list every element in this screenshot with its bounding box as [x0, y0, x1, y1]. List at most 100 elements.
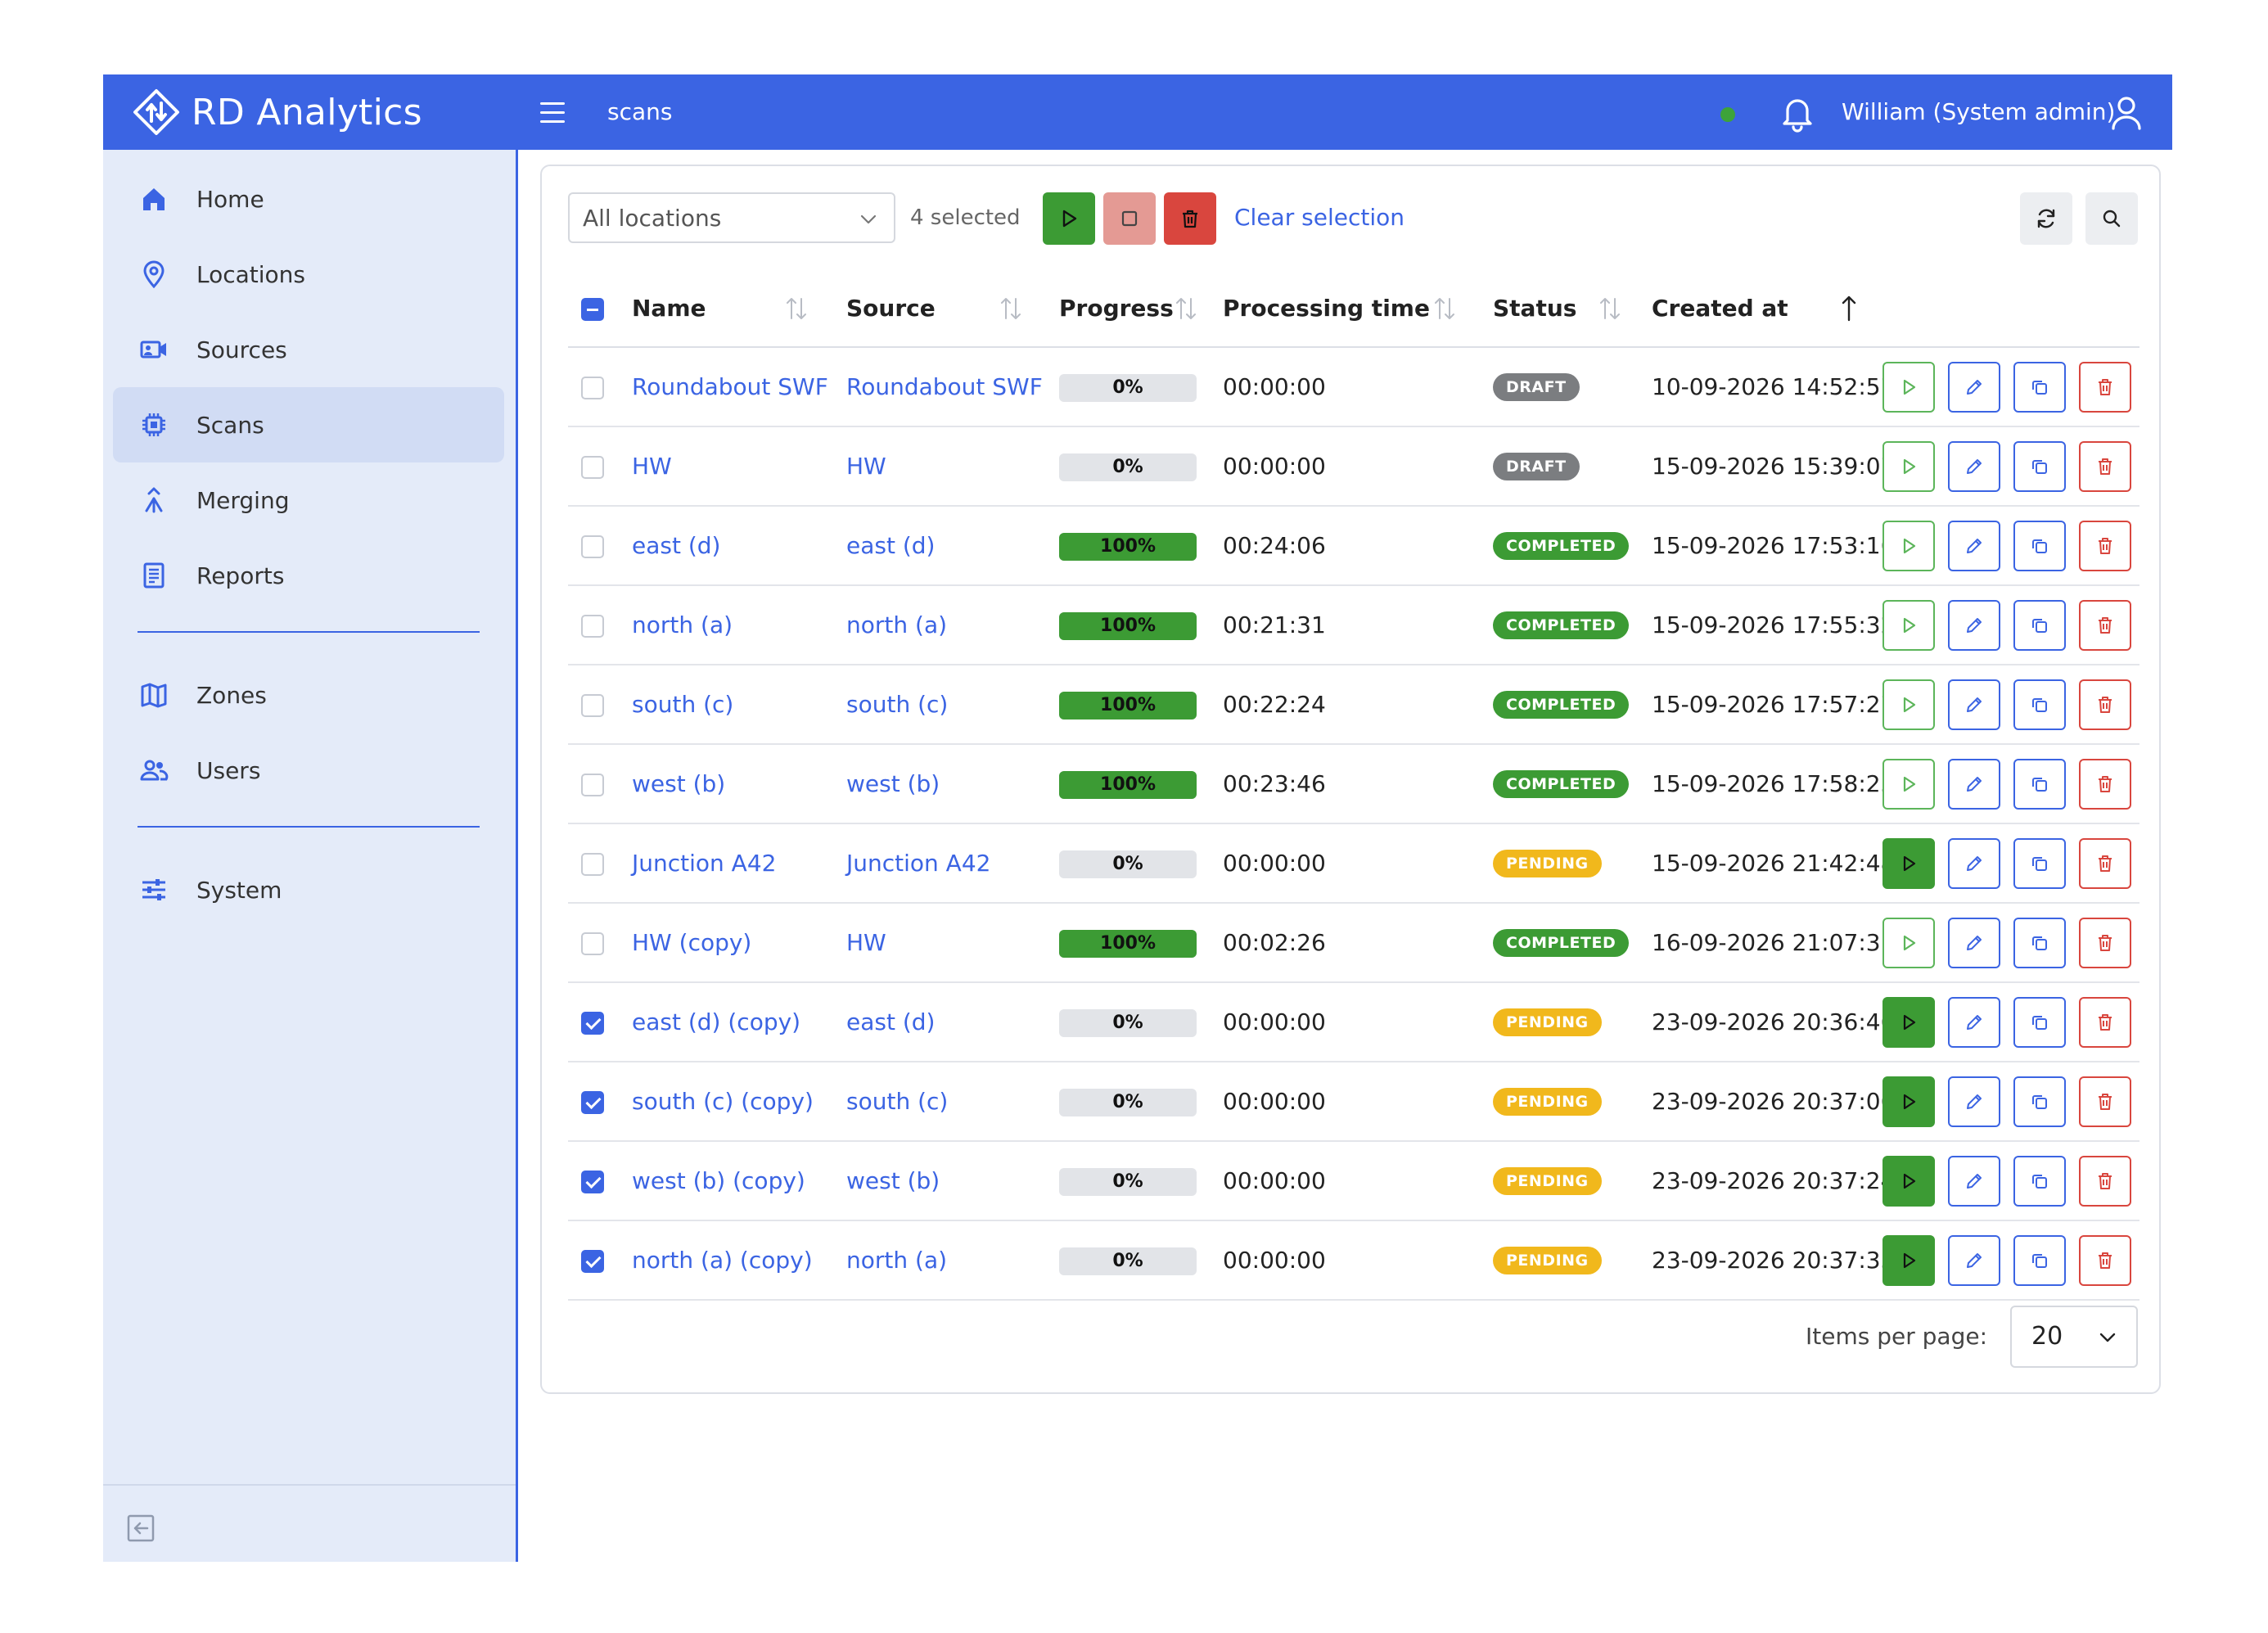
source-link[interactable]: east (d)	[846, 983, 935, 1061]
start-scan-button[interactable]	[1882, 918, 1935, 968]
refresh-button[interactable]	[2020, 192, 2072, 245]
clear-selection-link[interactable]: Clear selection	[1234, 192, 1405, 243]
duplicate-scan-button[interactable]	[2013, 600, 2066, 651]
edit-scan-button[interactable]	[1948, 918, 2000, 968]
duplicate-scan-button[interactable]	[2013, 918, 2066, 968]
duplicate-scan-button[interactable]	[2013, 1076, 2066, 1127]
edit-scan-button[interactable]	[1948, 1076, 2000, 1127]
sidebar-item-home[interactable]: Home	[113, 161, 504, 237]
user-name[interactable]: William (System admin)	[1842, 74, 2115, 150]
duplicate-scan-button[interactable]	[2013, 1235, 2066, 1286]
delete-scan-button[interactable]	[2079, 838, 2131, 889]
bulk-stop-button[interactable]	[1103, 192, 1156, 245]
edit-scan-button[interactable]	[1948, 1156, 2000, 1207]
duplicate-scan-button[interactable]	[2013, 521, 2066, 571]
delete-scan-button[interactable]	[2079, 362, 2131, 413]
edit-scan-button[interactable]	[1948, 759, 2000, 810]
sort-ascending-icon[interactable]	[1835, 294, 1863, 323]
source-link[interactable]: south (c)	[846, 1062, 948, 1140]
scan-name-link[interactable]: HW (copy)	[632, 904, 751, 981]
source-link[interactable]: Roundabout SWF	[846, 348, 1043, 426]
row-checkbox[interactable]	[581, 932, 604, 955]
delete-scan-button[interactable]	[2079, 759, 2131, 810]
delete-scan-button[interactable]	[2079, 997, 2131, 1048]
source-link[interactable]: north (a)	[846, 1221, 947, 1299]
duplicate-scan-button[interactable]	[2013, 759, 2066, 810]
items-per-page-select[interactable]: 20	[2010, 1306, 2138, 1368]
collapse-icon[interactable]	[124, 1512, 157, 1545]
sort-icon[interactable]	[1596, 294, 1624, 323]
row-checkbox[interactable]	[581, 1091, 604, 1114]
sort-icon[interactable]	[1431, 294, 1459, 323]
edit-scan-button[interactable]	[1948, 997, 2000, 1048]
source-link[interactable]: south (c)	[846, 665, 948, 743]
user-icon[interactable]	[2105, 91, 2148, 133]
sidebar-item-merging[interactable]: Merging	[113, 462, 504, 538]
edit-scan-button[interactable]	[1948, 362, 2000, 413]
start-scan-button[interactable]	[1882, 600, 1935, 651]
start-scan-button[interactable]	[1882, 997, 1935, 1048]
source-link[interactable]: west (b)	[846, 745, 940, 823]
row-checkbox[interactable]	[581, 377, 604, 399]
source-link[interactable]: east (d)	[846, 507, 935, 584]
row-checkbox[interactable]	[581, 456, 604, 479]
source-link[interactable]: HW	[846, 904, 886, 981]
row-checkbox[interactable]	[581, 853, 604, 876]
sort-icon[interactable]	[997, 294, 1025, 323]
sort-icon[interactable]	[1172, 294, 1200, 323]
source-link[interactable]: north (a)	[846, 586, 947, 664]
delete-scan-button[interactable]	[2079, 600, 2131, 651]
bell-icon[interactable]	[1776, 91, 1819, 133]
edit-scan-button[interactable]	[1948, 521, 2000, 571]
source-link[interactable]: Junction A42	[846, 824, 990, 902]
scan-name-link[interactable]: west (b) (copy)	[632, 1142, 805, 1220]
sidebar-item-system[interactable]: System	[113, 852, 504, 927]
column-header-progress[interactable]: Progress	[1059, 269, 1174, 348]
start-scan-button[interactable]	[1882, 1076, 1935, 1127]
sidebar-item-scans[interactable]: Scans	[113, 387, 504, 462]
delete-scan-button[interactable]	[2079, 521, 2131, 571]
scan-name-link[interactable]: Junction A42	[632, 824, 776, 902]
row-checkbox[interactable]	[581, 535, 604, 558]
edit-scan-button[interactable]	[1948, 600, 2000, 651]
sidebar-item-reports[interactable]: Reports	[113, 538, 504, 613]
column-header-source[interactable]: Source	[846, 269, 936, 348]
scan-name-link[interactable]: Roundabout SWF	[632, 348, 828, 426]
delete-scan-button[interactable]	[2079, 1156, 2131, 1207]
bulk-delete-button[interactable]	[1164, 192, 1216, 245]
delete-scan-button[interactable]	[2079, 441, 2131, 492]
location-filter-select[interactable]: All locations	[568, 192, 895, 243]
column-header-name[interactable]: Name	[632, 269, 706, 348]
brand[interactable]: RD Analytics	[133, 74, 422, 150]
delete-scan-button[interactable]	[2079, 918, 2131, 968]
search-button[interactable]	[2085, 192, 2138, 245]
start-scan-button[interactable]	[1882, 1235, 1935, 1286]
start-scan-button[interactable]	[1882, 759, 1935, 810]
duplicate-scan-button[interactable]	[2013, 679, 2066, 730]
sidebar-item-users[interactable]: Users	[113, 733, 504, 808]
delete-scan-button[interactable]	[2079, 679, 2131, 730]
scan-name-link[interactable]: north (a)	[632, 586, 733, 664]
duplicate-scan-button[interactable]	[2013, 1156, 2066, 1207]
delete-scan-button[interactable]	[2079, 1235, 2131, 1286]
start-scan-button[interactable]	[1882, 1156, 1935, 1207]
row-checkbox[interactable]	[581, 774, 604, 796]
start-scan-button[interactable]	[1882, 441, 1935, 492]
scan-name-link[interactable]: west (b)	[632, 745, 725, 823]
start-scan-button[interactable]	[1882, 521, 1935, 571]
column-header-status[interactable]: Status	[1493, 269, 1576, 348]
scan-name-link[interactable]: east (d)	[632, 507, 720, 584]
duplicate-scan-button[interactable]	[2013, 838, 2066, 889]
edit-scan-button[interactable]	[1948, 1235, 2000, 1286]
row-checkbox[interactable]	[581, 1250, 604, 1273]
scan-name-link[interactable]: south (c)	[632, 665, 733, 743]
scan-name-link[interactable]: HW	[632, 427, 672, 505]
duplicate-scan-button[interactable]	[2013, 362, 2066, 413]
row-checkbox[interactable]	[581, 1012, 604, 1035]
scan-name-link[interactable]: south (c) (copy)	[632, 1062, 814, 1140]
menu-icon[interactable]	[540, 94, 576, 130]
delete-scan-button[interactable]	[2079, 1076, 2131, 1127]
row-checkbox[interactable]	[581, 615, 604, 638]
edit-scan-button[interactable]	[1948, 679, 2000, 730]
column-header-created-at[interactable]: Created at	[1652, 269, 1788, 348]
